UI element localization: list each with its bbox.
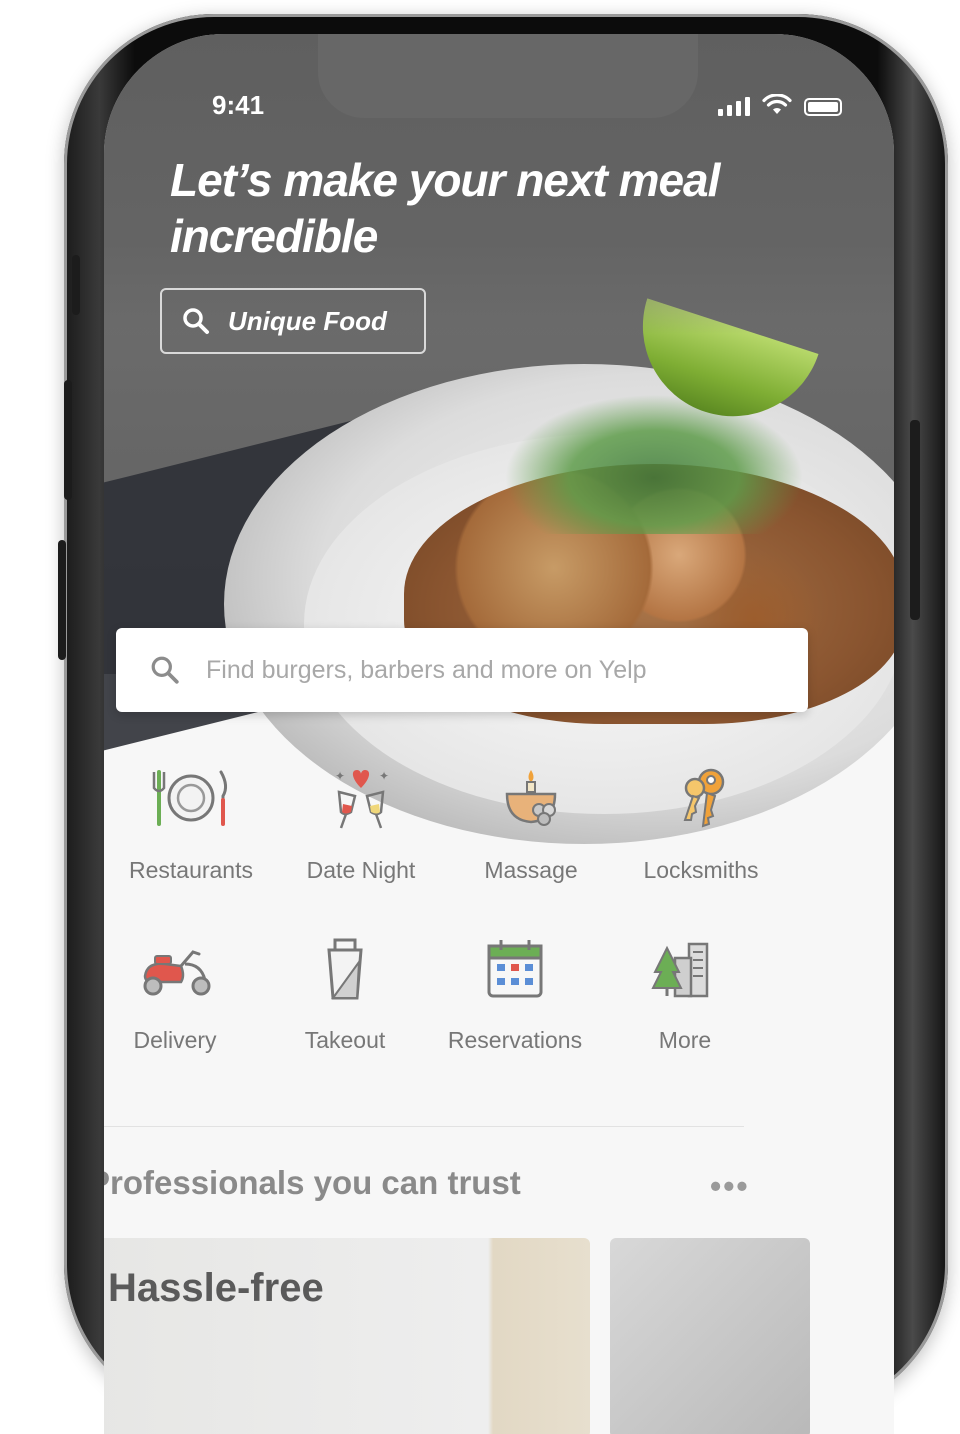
search-icon: [183, 308, 209, 334]
card-title: Hassle-free: [108, 1266, 324, 1310]
hero-tag-label: Unique Food: [228, 305, 387, 336]
category-label: Locksmiths: [643, 857, 759, 883]
professional-card[interactable]: Hassle-free: [104, 1238, 590, 1434]
search-bar[interactable]: Find burgers, barbers and more on Yelp: [116, 628, 808, 712]
wifi-icon: [762, 94, 792, 114]
more-options-icon[interactable]: •••: [710, 1168, 750, 1205]
status-time: 9:41: [212, 90, 265, 120]
calendar-icon: [487, 940, 543, 998]
status-icons: [718, 94, 842, 116]
phone-side-button: [72, 255, 80, 315]
signal-icon: [718, 97, 750, 116]
restaurant-icon: [152, 770, 228, 826]
category-label: Takeout: [304, 1027, 386, 1053]
hero-tag-button[interactable]: Unique Food: [160, 288, 426, 354]
hero-headline: Let’s make your next meal incredible: [170, 154, 720, 262]
battery-icon: [804, 98, 842, 116]
category-label: Massage: [484, 857, 578, 883]
app-screen: 9:41 Let’s make your next meal incredibl…: [104, 34, 894, 1434]
massage-icon: [505, 770, 557, 826]
category-more[interactable]: More: [600, 936, 770, 1054]
phone-notch: [318, 34, 698, 118]
search-placeholder: Find burgers, barbers and more on Yelp: [206, 655, 647, 684]
search-icon: [151, 656, 179, 684]
scooter-icon: [143, 950, 211, 996]
section-title: Professionals you can trust: [104, 1164, 521, 1201]
category-massage[interactable]: Massage: [446, 766, 616, 884]
hero-image: [104, 34, 894, 844]
phone-volume-down: [58, 540, 66, 660]
takeout-box-icon: [327, 938, 363, 1000]
category-locksmiths[interactable]: Locksmiths: [616, 766, 786, 884]
category-date-night[interactable]: ✦ ✦ Date Night: [276, 766, 446, 884]
category-label: Reservations: [447, 1027, 583, 1053]
category-label: Date Night: [306, 857, 416, 883]
category-delivery[interactable]: Delivery: [104, 936, 260, 1054]
category-label: Restaurants: [128, 857, 253, 883]
professional-card[interactable]: [610, 1238, 810, 1434]
date-night-icon: ✦ ✦: [335, 769, 389, 829]
city-icon: [651, 942, 709, 998]
category-label: Delivery: [133, 1027, 217, 1053]
garnish-greens: [504, 394, 804, 534]
category-takeout[interactable]: Takeout: [260, 936, 430, 1054]
category-label: More: [658, 1027, 712, 1053]
keys-icon: [683, 768, 725, 828]
svg-text:✦: ✦: [335, 769, 345, 783]
svg-text:✦: ✦: [379, 769, 389, 783]
phone-volume-up: [64, 380, 72, 500]
phone-power-button: [910, 420, 920, 620]
category-reservations[interactable]: Reservations: [430, 936, 600, 1054]
section-divider: [104, 1126, 744, 1127]
category-restaurants[interactable]: Restaurants: [106, 766, 276, 884]
